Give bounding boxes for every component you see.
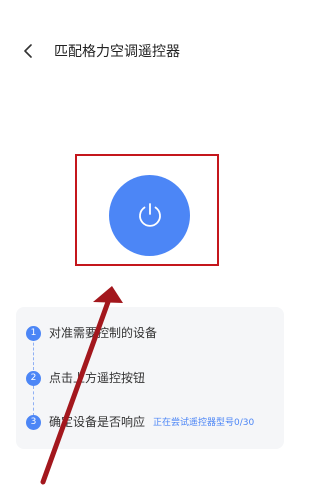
power-icon	[135, 199, 165, 233]
back-button[interactable]	[16, 40, 40, 64]
step-number: 1	[26, 326, 41, 341]
step-label: 对准需要控制的设备	[49, 326, 158, 340]
header-bar: 匹配格力空调遥控器	[0, 34, 300, 70]
step-label: 确定设备是否响应	[49, 415, 146, 429]
chevron-left-icon	[22, 43, 34, 62]
step-number: 3	[26, 415, 41, 430]
step-number: 2	[26, 371, 41, 386]
page-title: 匹配格力空调遥控器	[54, 44, 180, 60]
step-item: 3 确定设备是否响应 正在尝试遥控器型号0/30	[16, 412, 284, 432]
matching-status: 正在尝试遥控器型号0/30	[153, 418, 255, 428]
step-label: 点击上方遥控按钮	[49, 371, 146, 385]
power-button[interactable]	[109, 175, 190, 256]
step-item: 1 对准需要控制的设备	[16, 323, 284, 343]
step-item: 2 点击上方遥控按钮	[16, 368, 284, 388]
steps-card: 1 对准需要控制的设备 2 点击上方遥控按钮 3 确定设备是否响应 正在尝试遥控…	[16, 307, 284, 449]
